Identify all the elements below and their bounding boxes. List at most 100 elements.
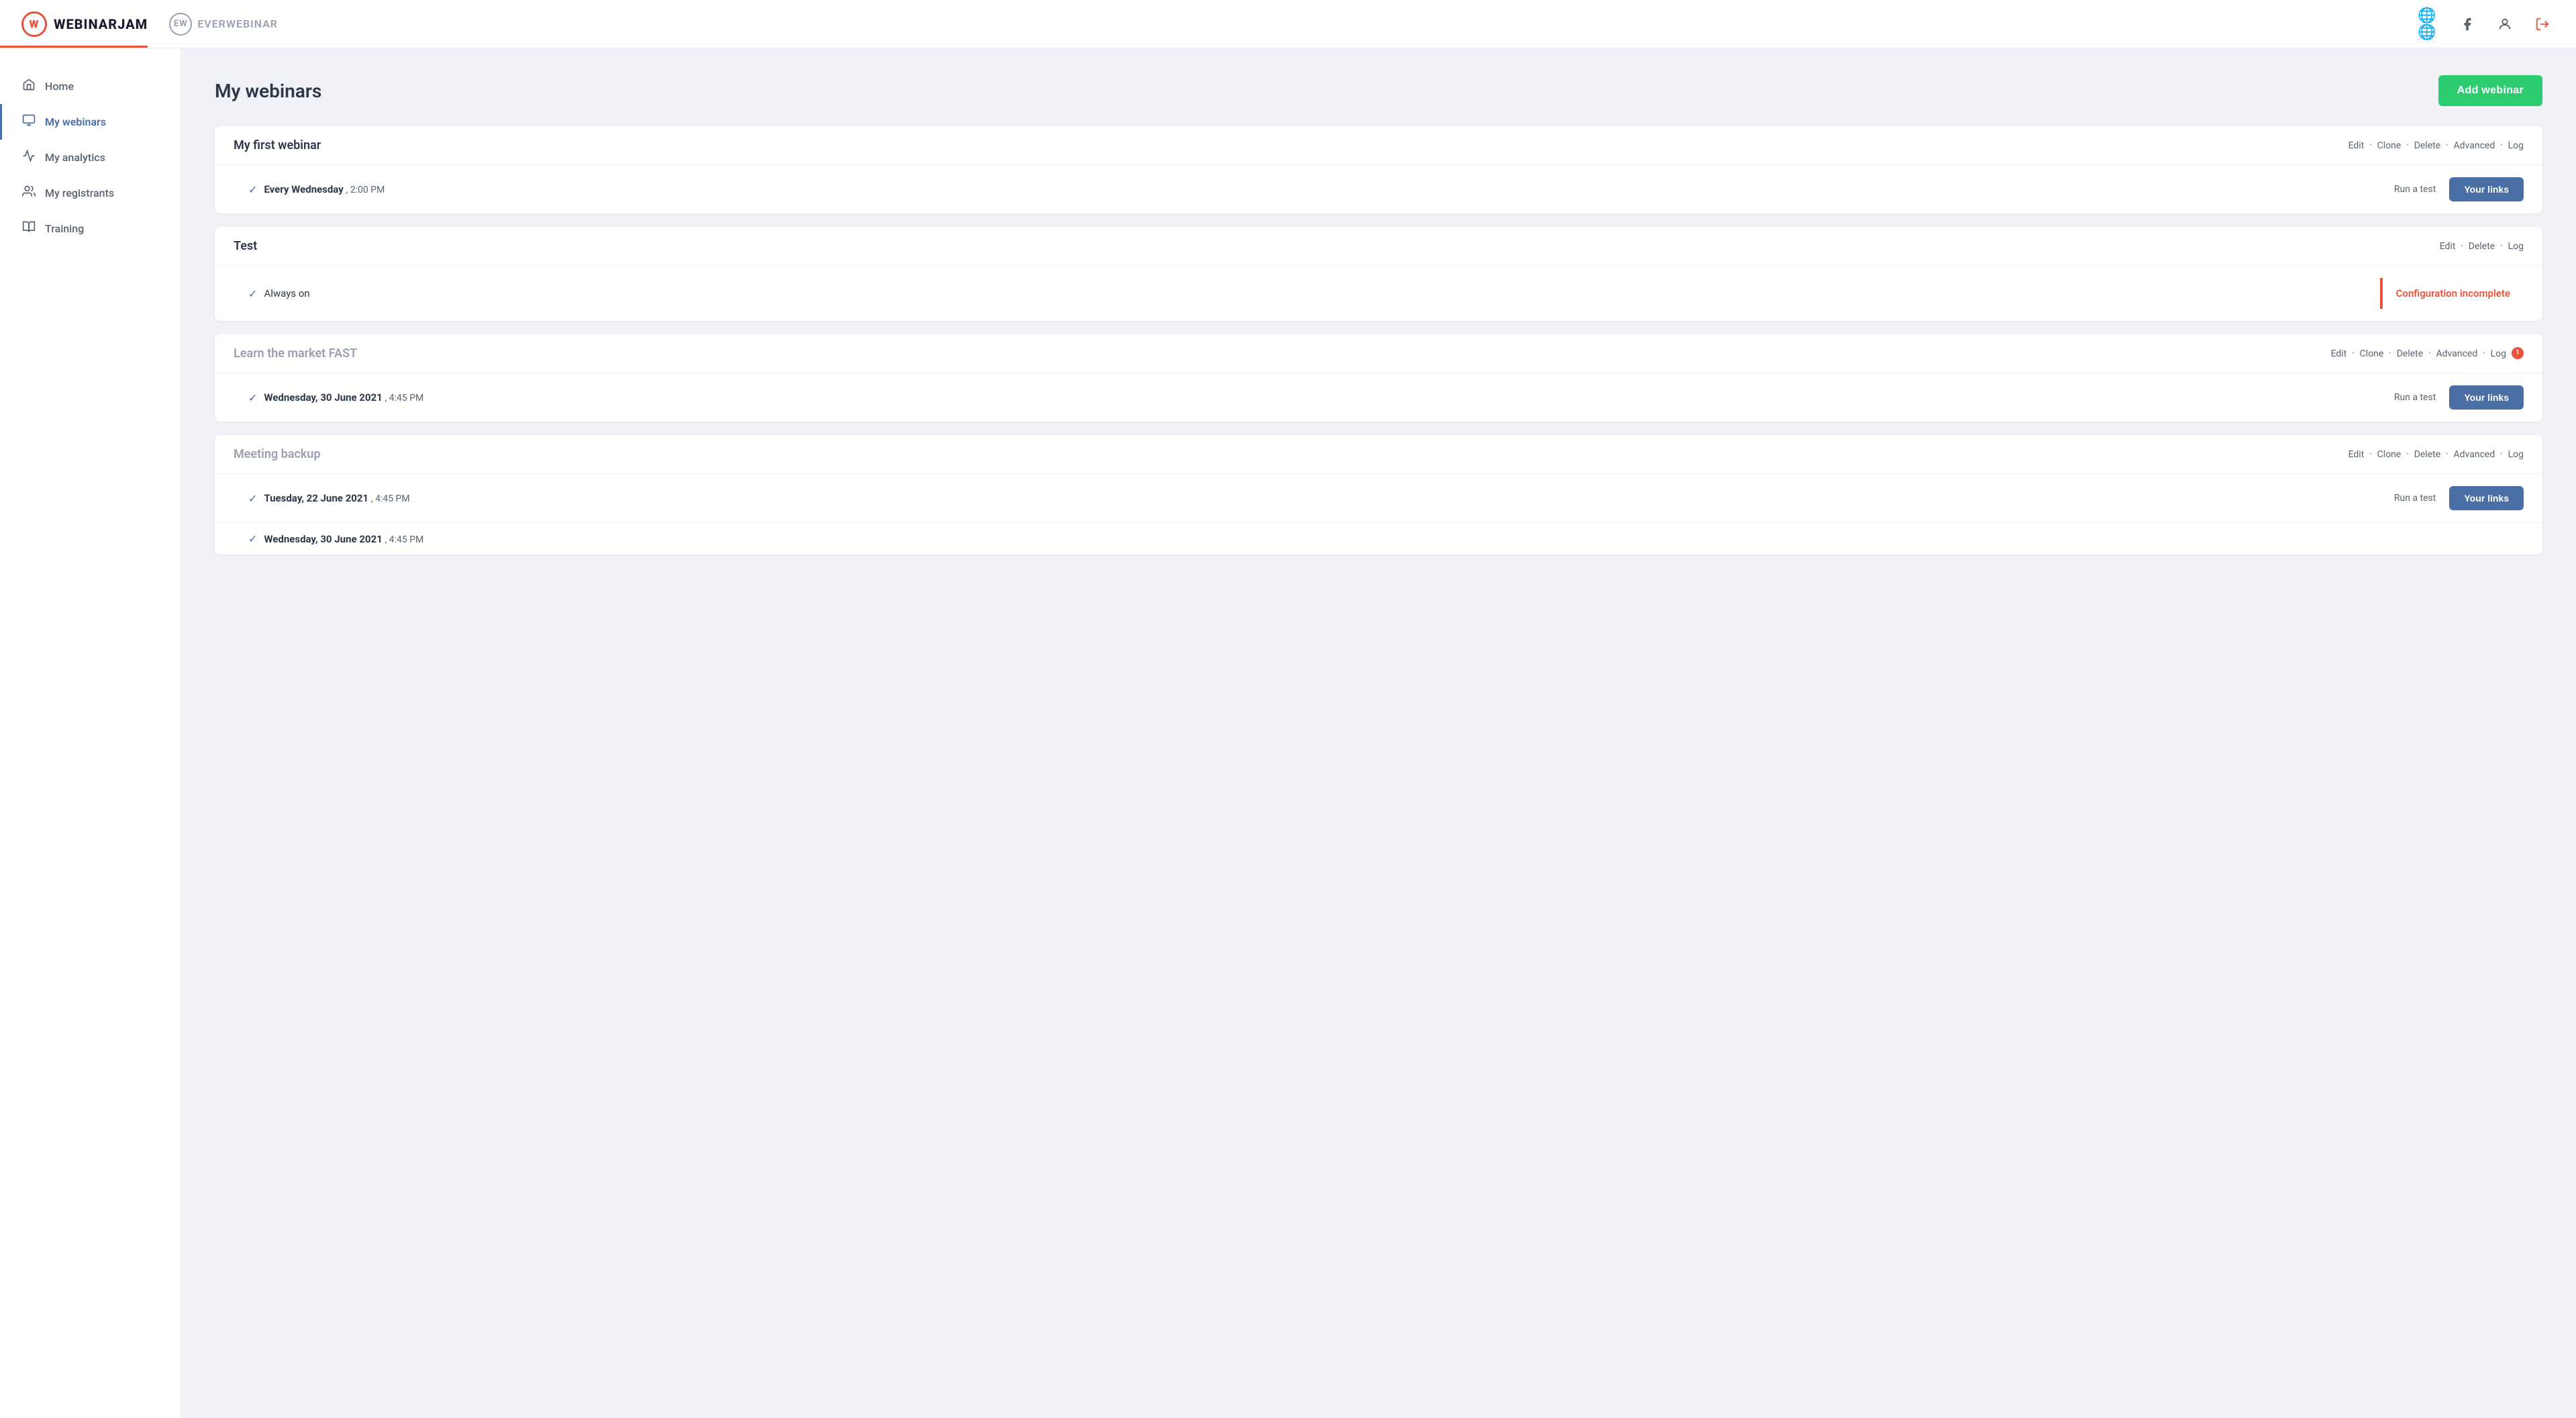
schedule-text-meeting-0: Tuesday, 22 June 2021 , 4:45 PM <box>264 492 409 504</box>
webinar-card-meeting: Meeting backup Edit • Clone • Delete • A… <box>215 435 2542 555</box>
wj-text: WEBINARJAM <box>54 16 148 32</box>
webinar-row-test-0: ✓ Always on Configuration incomplete <box>215 266 2542 321</box>
training-icon <box>22 220 36 237</box>
webinar-row-first-0: ✓ Every Wednesday , 2:00 PM Run a test Y… <box>215 165 2542 214</box>
webinar-card-test: Test Edit • Delete • Log ✓ Always on Con… <box>215 227 2542 321</box>
webinar-row-learn-0: ✓ Wednesday, 30 June 2021 , 4:45 PM Run … <box>215 373 2542 422</box>
webinar-row-meeting-1: ✓ Wednesday, 30 June 2021 , 4:45 PM <box>215 522 2542 555</box>
log-link-test[interactable]: Log <box>2508 241 2524 252</box>
webinar-actions-learn: Edit • Clone • Delete • Advanced • Log 1 <box>2331 348 2524 360</box>
page-header: My webinars Add webinar <box>215 75 2542 106</box>
sidebar-item-my-registrants[interactable]: My registrants <box>0 175 181 211</box>
schedule-info-first-0: ✓ Every Wednesday , 2:00 PM <box>248 183 385 196</box>
webinar-header-test: Test Edit • Delete • Log <box>215 227 2542 266</box>
delete-link-meeting[interactable]: Delete <box>2414 449 2440 460</box>
header-actions: 🌐 <box>2418 12 2555 36</box>
globe-icon: 🌐 <box>2418 7 2442 41</box>
delete-link-first[interactable]: Delete <box>2414 140 2440 151</box>
webinar-actions-meeting: Edit • Clone • Delete • Advanced • Log <box>2348 449 2524 460</box>
webinar-title-first: My first webinar <box>234 138 321 152</box>
home-icon <box>22 78 36 95</box>
edit-link-test[interactable]: Edit <box>2440 241 2456 252</box>
add-webinar-button[interactable]: Add webinar <box>2438 75 2542 106</box>
sidebar-item-my-analytics-label: My analytics <box>45 151 105 164</box>
schedule-time-meeting-0: , 4:45 PM <box>371 493 410 504</box>
check-icon-test-0: ✓ <box>248 287 257 300</box>
facebook-icon-button[interactable] <box>2455 12 2479 36</box>
webinarjam-logo[interactable]: W WEBINARJAM <box>21 11 148 37</box>
delete-link-test[interactable]: Delete <box>2469 241 2495 252</box>
schedule-info-meeting-0: ✓ Tuesday, 22 June 2021 , 4:45 PM <box>248 492 410 505</box>
log-link-learn[interactable]: Log <box>2491 348 2506 359</box>
schedule-time-first-0: , 2:00 PM <box>346 185 385 195</box>
logout-button[interactable] <box>2530 12 2555 36</box>
clone-link-first[interactable]: Clone <box>2377 140 2401 151</box>
schedule-time-learn-0: , 4:45 PM <box>385 393 424 404</box>
header: W WEBINARJAM EW EVERWEBINAR 🌐 <box>0 0 2576 48</box>
webinar-header-first: My first webinar Edit • Clone • Delete •… <box>215 126 2542 165</box>
header-logos: W WEBINARJAM EW EVERWEBINAR <box>21 11 278 37</box>
schedule-text-test-0: Always on <box>264 287 309 299</box>
layout: Home My webinars My analytics My registr… <box>0 48 2576 1418</box>
your-links-first-0[interactable]: Your links <box>2449 177 2524 201</box>
row-right-learn-0: Run a test Your links <box>2394 385 2524 410</box>
sidebar-item-my-analytics[interactable]: My analytics <box>0 140 181 175</box>
webinars-icon <box>22 113 36 130</box>
main-content: My webinars Add webinar My first webinar… <box>181 48 2576 1418</box>
user-icon-button[interactable] <box>2493 12 2517 36</box>
advanced-link-meeting[interactable]: Advanced <box>2454 449 2495 460</box>
webinar-title-learn: Learn the market FAST <box>234 346 357 361</box>
webinar-actions-first: Edit • Clone • Delete • Advanced • Log <box>2348 140 2524 151</box>
advanced-link-learn[interactable]: Advanced <box>2436 348 2478 359</box>
schedule-info-test-0: ✓ Always on <box>248 287 310 300</box>
run-test-meeting-0[interactable]: Run a test <box>2394 493 2436 504</box>
sidebar-item-training[interactable]: Training <box>0 211 181 246</box>
row-right-meeting-0: Run a test Your links <box>2394 486 2524 510</box>
check-icon-meeting-0: ✓ <box>248 492 257 505</box>
ew-circle: EW <box>169 13 192 36</box>
clone-link-meeting[interactable]: Clone <box>2377 449 2401 460</box>
webinar-title-meeting: Meeting backup <box>234 447 320 461</box>
page-title: My webinars <box>215 80 321 102</box>
delete-link-learn[interactable]: Delete <box>2397 348 2423 359</box>
check-icon-learn-0: ✓ <box>248 391 257 404</box>
webinar-header-learn: Learn the market FAST Edit • Clone • Del… <box>215 334 2542 373</box>
edit-link-first[interactable]: Edit <box>2348 140 2365 151</box>
everwebinar-logo[interactable]: EW EVERWEBINAR <box>169 13 278 36</box>
globe-icon-button[interactable]: 🌐 <box>2418 12 2442 36</box>
edit-link-meeting[interactable]: Edit <box>2348 449 2365 460</box>
sidebar-item-training-label: Training <box>45 222 84 235</box>
run-test-learn-0[interactable]: Run a test <box>2394 392 2436 403</box>
run-test-first-0[interactable]: Run a test <box>2394 184 2436 195</box>
webinar-header-meeting: Meeting backup Edit • Clone • Delete • A… <box>215 435 2542 474</box>
row-right-first-0: Run a test Your links <box>2394 177 2524 201</box>
advanced-link-first[interactable]: Advanced <box>2454 140 2495 151</box>
sidebar-item-home-label: Home <box>45 80 74 93</box>
logout-icon <box>2535 17 2550 32</box>
schedule-text-meeting-1: Wednesday, 30 June 2021 , 4:45 PM <box>264 533 424 545</box>
webinar-card-learn: Learn the market FAST Edit • Clone • Del… <box>215 334 2542 422</box>
edit-link-learn[interactable]: Edit <box>2331 348 2347 359</box>
schedule-info-meeting-1: ✓ Wednesday, 30 June 2021 , 4:45 PM <box>248 532 424 545</box>
log-link-meeting[interactable]: Log <box>2508 449 2524 460</box>
wj-circle: W <box>21 11 47 37</box>
webinar-actions-test: Edit • Delete • Log <box>2440 241 2524 252</box>
your-links-meeting-0[interactable]: Your links <box>2449 486 2524 510</box>
ew-text: EVERWEBINAR <box>197 17 278 30</box>
sidebar-item-my-webinars-label: My webinars <box>45 115 106 128</box>
schedule-time-meeting-1: , 4:45 PM <box>385 534 424 545</box>
schedule-text-first-0: Every Wednesday , 2:00 PM <box>264 183 385 195</box>
sidebar-item-my-webinars[interactable]: My webinars <box>0 104 181 140</box>
log-link-first[interactable]: Log <box>2508 140 2524 151</box>
check-icon-first-0: ✓ <box>248 183 257 196</box>
check-icon-meeting-1: ✓ <box>248 532 257 545</box>
facebook-icon <box>2460 17 2475 32</box>
sidebar-item-home[interactable]: Home <box>0 68 181 104</box>
config-incomplete-test: Configuration incomplete <box>2380 278 2524 309</box>
schedule-text-learn-0: Wednesday, 30 June 2021 , 4:45 PM <box>264 391 424 404</box>
analytics-icon <box>22 149 36 166</box>
your-links-learn-0[interactable]: Your links <box>2449 385 2524 410</box>
sidebar-item-my-registrants-label: My registrants <box>45 187 114 199</box>
webinar-card-first: My first webinar Edit • Clone • Delete •… <box>215 126 2542 214</box>
clone-link-learn[interactable]: Clone <box>2360 348 2384 359</box>
